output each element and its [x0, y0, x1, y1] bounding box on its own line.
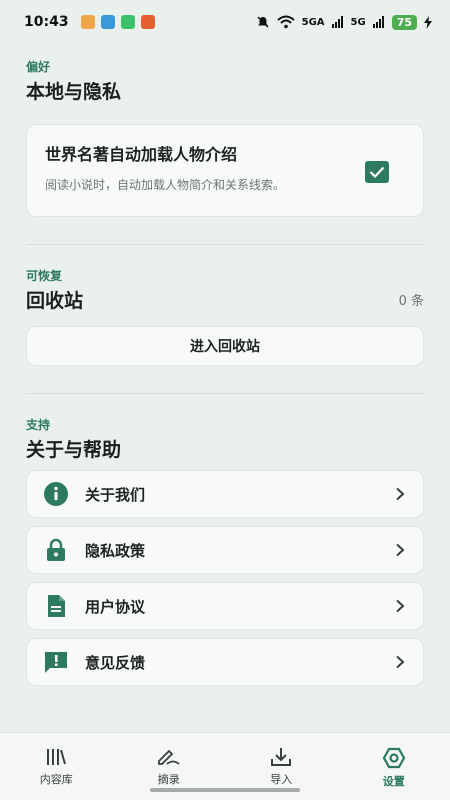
- divider: [26, 393, 424, 394]
- import-icon: [271, 748, 292, 766]
- preferences-section: 偏好 本地与隐私 世界名著自动加载人物介绍 阅读小说时，自动加载人物简介和关系线…: [26, 58, 424, 217]
- signal-icon: [372, 16, 384, 28]
- setting-title: 世界名著自动加载人物介绍: [45, 145, 238, 164]
- section-title: 本地与隐私: [26, 81, 122, 103]
- chevron-right-icon: [396, 487, 405, 501]
- settings-icon: [382, 747, 406, 769]
- list-item-label: 意见反馈: [85, 653, 146, 672]
- nav-label: 摘录: [157, 773, 180, 786]
- status-bar: 10:43 5GA 5G 75: [0, 0, 450, 44]
- user-agreement-item[interactable]: 用户协议: [26, 582, 424, 630]
- divider: [26, 244, 424, 245]
- status-indicators: 5GA 5G 75: [256, 14, 432, 30]
- app-notification-icon: [140, 15, 155, 29]
- chevron-right-icon: [396, 655, 405, 669]
- help-section: 支持 关于与帮助 关于我们 隐私政策 用户协议 意见反馈: [26, 416, 424, 686]
- library-icon: [47, 749, 67, 765]
- list-item-label: 用户协议: [85, 597, 146, 616]
- nav-label: 设置: [382, 775, 405, 788]
- list-item-label: 隐私政策: [85, 541, 146, 560]
- wifi-icon: [276, 15, 295, 29]
- about-us-item[interactable]: 关于我们: [26, 470, 424, 518]
- nav-label: 导入: [270, 773, 293, 786]
- status-time: 10:43: [24, 14, 69, 30]
- section-title: 关于与帮助: [26, 439, 122, 461]
- section-label: 支持: [26, 418, 51, 432]
- feedback-icon: [43, 649, 69, 675]
- charging-icon: [424, 15, 432, 29]
- document-icon: [43, 593, 69, 619]
- chevron-right-icon: [396, 543, 405, 557]
- setting-description: 阅读小说时，自动加载人物简介和关系线索。: [45, 178, 286, 192]
- section-label: 可恢复: [26, 269, 63, 283]
- signal-icon: [331, 16, 343, 28]
- app-notification-icon: [80, 15, 95, 29]
- telegram-icon: [100, 15, 115, 29]
- info-icon: [43, 481, 69, 507]
- network-label-2: 5G: [350, 16, 366, 28]
- network-label-1: 5GA: [301, 16, 325, 28]
- auto-load-characters-setting[interactable]: 世界名著自动加载人物介绍 阅读小说时，自动加载人物简介和关系线索。: [26, 124, 424, 217]
- chevron-right-icon: [396, 599, 405, 613]
- open-recycle-bin-button[interactable]: 进入回收站: [26, 326, 424, 366]
- nav-label: 内容库: [39, 773, 73, 786]
- check-icon: [369, 166, 385, 178]
- status-app-icons: [80, 15, 155, 29]
- feedback-item[interactable]: 意见反馈: [26, 638, 424, 686]
- section-label: 偏好: [26, 60, 51, 74]
- recycle-section: 可恢复 回收站 0 条 进入回收站: [26, 267, 424, 366]
- list-item-label: 关于我们: [85, 485, 146, 504]
- excerpt-icon: [157, 749, 180, 765]
- home-indicator: [150, 788, 300, 792]
- nav-library[interactable]: 内容库: [0, 733, 113, 800]
- mute-icon: [257, 16, 269, 28]
- settings-content: 偏好 本地与隐私 世界名著自动加载人物介绍 阅读小说时，自动加载人物简介和关系线…: [26, 58, 424, 686]
- app-notification-icon: [120, 15, 135, 29]
- lock-icon: [43, 537, 69, 563]
- nav-settings[interactable]: 设置: [338, 733, 450, 800]
- auto-load-checkbox[interactable]: [365, 161, 389, 183]
- privacy-policy-item[interactable]: 隐私政策: [26, 526, 424, 574]
- battery-indicator: 75: [391, 14, 417, 30]
- recycle-count: 0 条: [398, 294, 424, 309]
- section-title: 回收站: [26, 290, 84, 312]
